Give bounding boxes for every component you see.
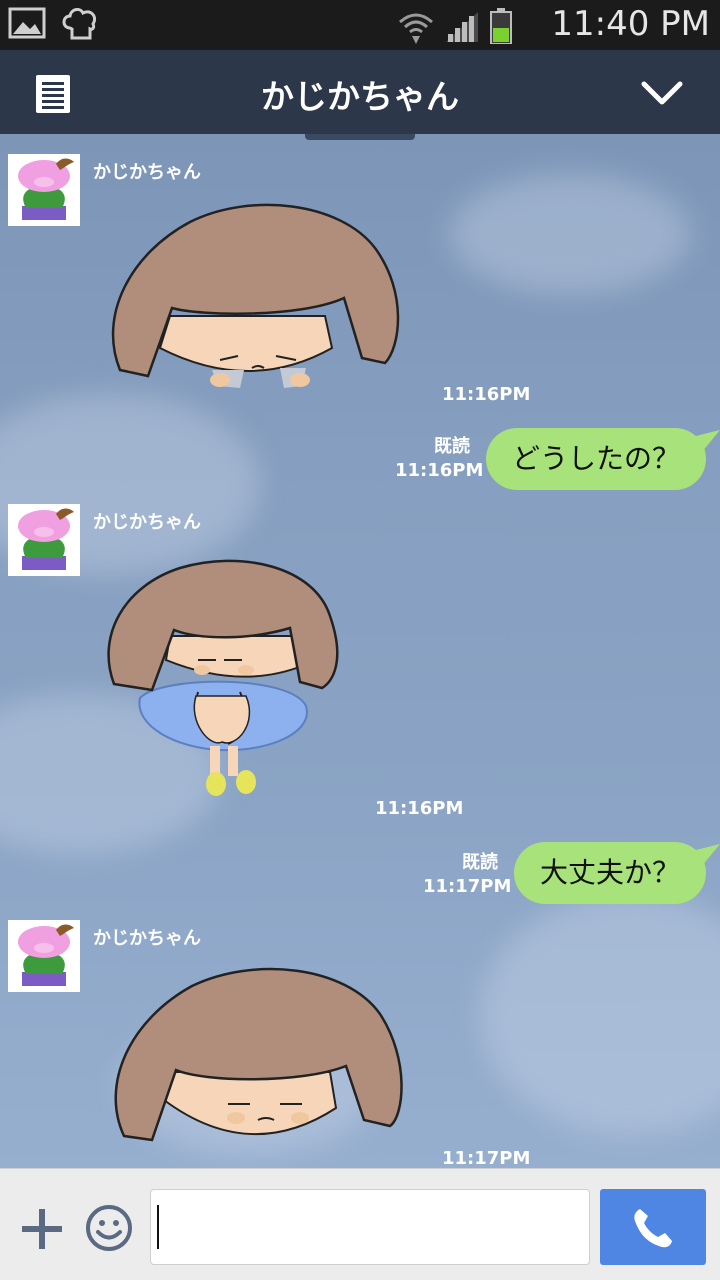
smiley-icon[interactable] <box>84 1203 134 1253</box>
call-button[interactable] <box>600 1189 706 1265</box>
status-bar: 11:40 PM <box>0 0 720 50</box>
read-receipt: 既読 <box>434 436 470 457</box>
message-text: どうしたの？ <box>512 442 681 475</box>
message-list[interactable]: かじかちゃん 11:16PM 既読 11:16PM どうしたの？ かじかちゃん … <box>0 134 720 1168</box>
signal-icon <box>444 10 480 48</box>
text-caret <box>157 1205 159 1249</box>
message-time: 11:16PM <box>395 460 484 481</box>
avatar[interactable] <box>8 504 80 576</box>
chat-header: かじかちゃん <box>0 50 720 134</box>
message-text: 大丈夫か？ <box>540 856 681 889</box>
chevron-down-icon[interactable] <box>640 76 684 110</box>
status-time: 11:40 PM <box>551 4 710 44</box>
phone-icon <box>634 1209 672 1248</box>
input-bar <box>0 1168 720 1280</box>
message-time: 11:16PM <box>442 384 531 405</box>
message-time: 11:16PM <box>375 798 464 819</box>
sticker-sad-girl[interactable] <box>100 198 410 394</box>
sender-name: かじかちゃん <box>93 928 201 949</box>
avatar[interactable] <box>8 154 80 226</box>
wifi-icon <box>398 10 434 48</box>
message-bubble-outgoing[interactable]: どうしたの？ <box>486 428 720 490</box>
scroll-indicator <box>305 134 415 140</box>
sticker-girl-blank-face[interactable] <box>100 960 410 1160</box>
chef-hat-icon <box>60 6 100 46</box>
chat-screen: 11:40 PM かじかちゃん かじかちゃん 11:16PM 既読 11:16P… <box>0 0 720 1280</box>
chat-title: かじかちゃん <box>261 77 459 116</box>
sender-name: かじかちゃん <box>93 162 201 183</box>
avatar[interactable] <box>8 920 80 992</box>
message-input[interactable] <box>150 1189 590 1265</box>
battery-icon <box>490 8 512 48</box>
message-time: 11:17PM <box>423 876 512 897</box>
read-receipt: 既読 <box>462 852 498 873</box>
sender-name: かじかちゃん <box>93 512 201 533</box>
plus-icon[interactable] <box>20 1207 64 1251</box>
message-time: 11:17PM <box>442 1148 531 1168</box>
sticker-girl-hugging-knees[interactable] <box>100 556 410 802</box>
gallery-icon <box>8 6 46 46</box>
message-bubble-outgoing[interactable]: 大丈夫か？ <box>514 842 720 904</box>
